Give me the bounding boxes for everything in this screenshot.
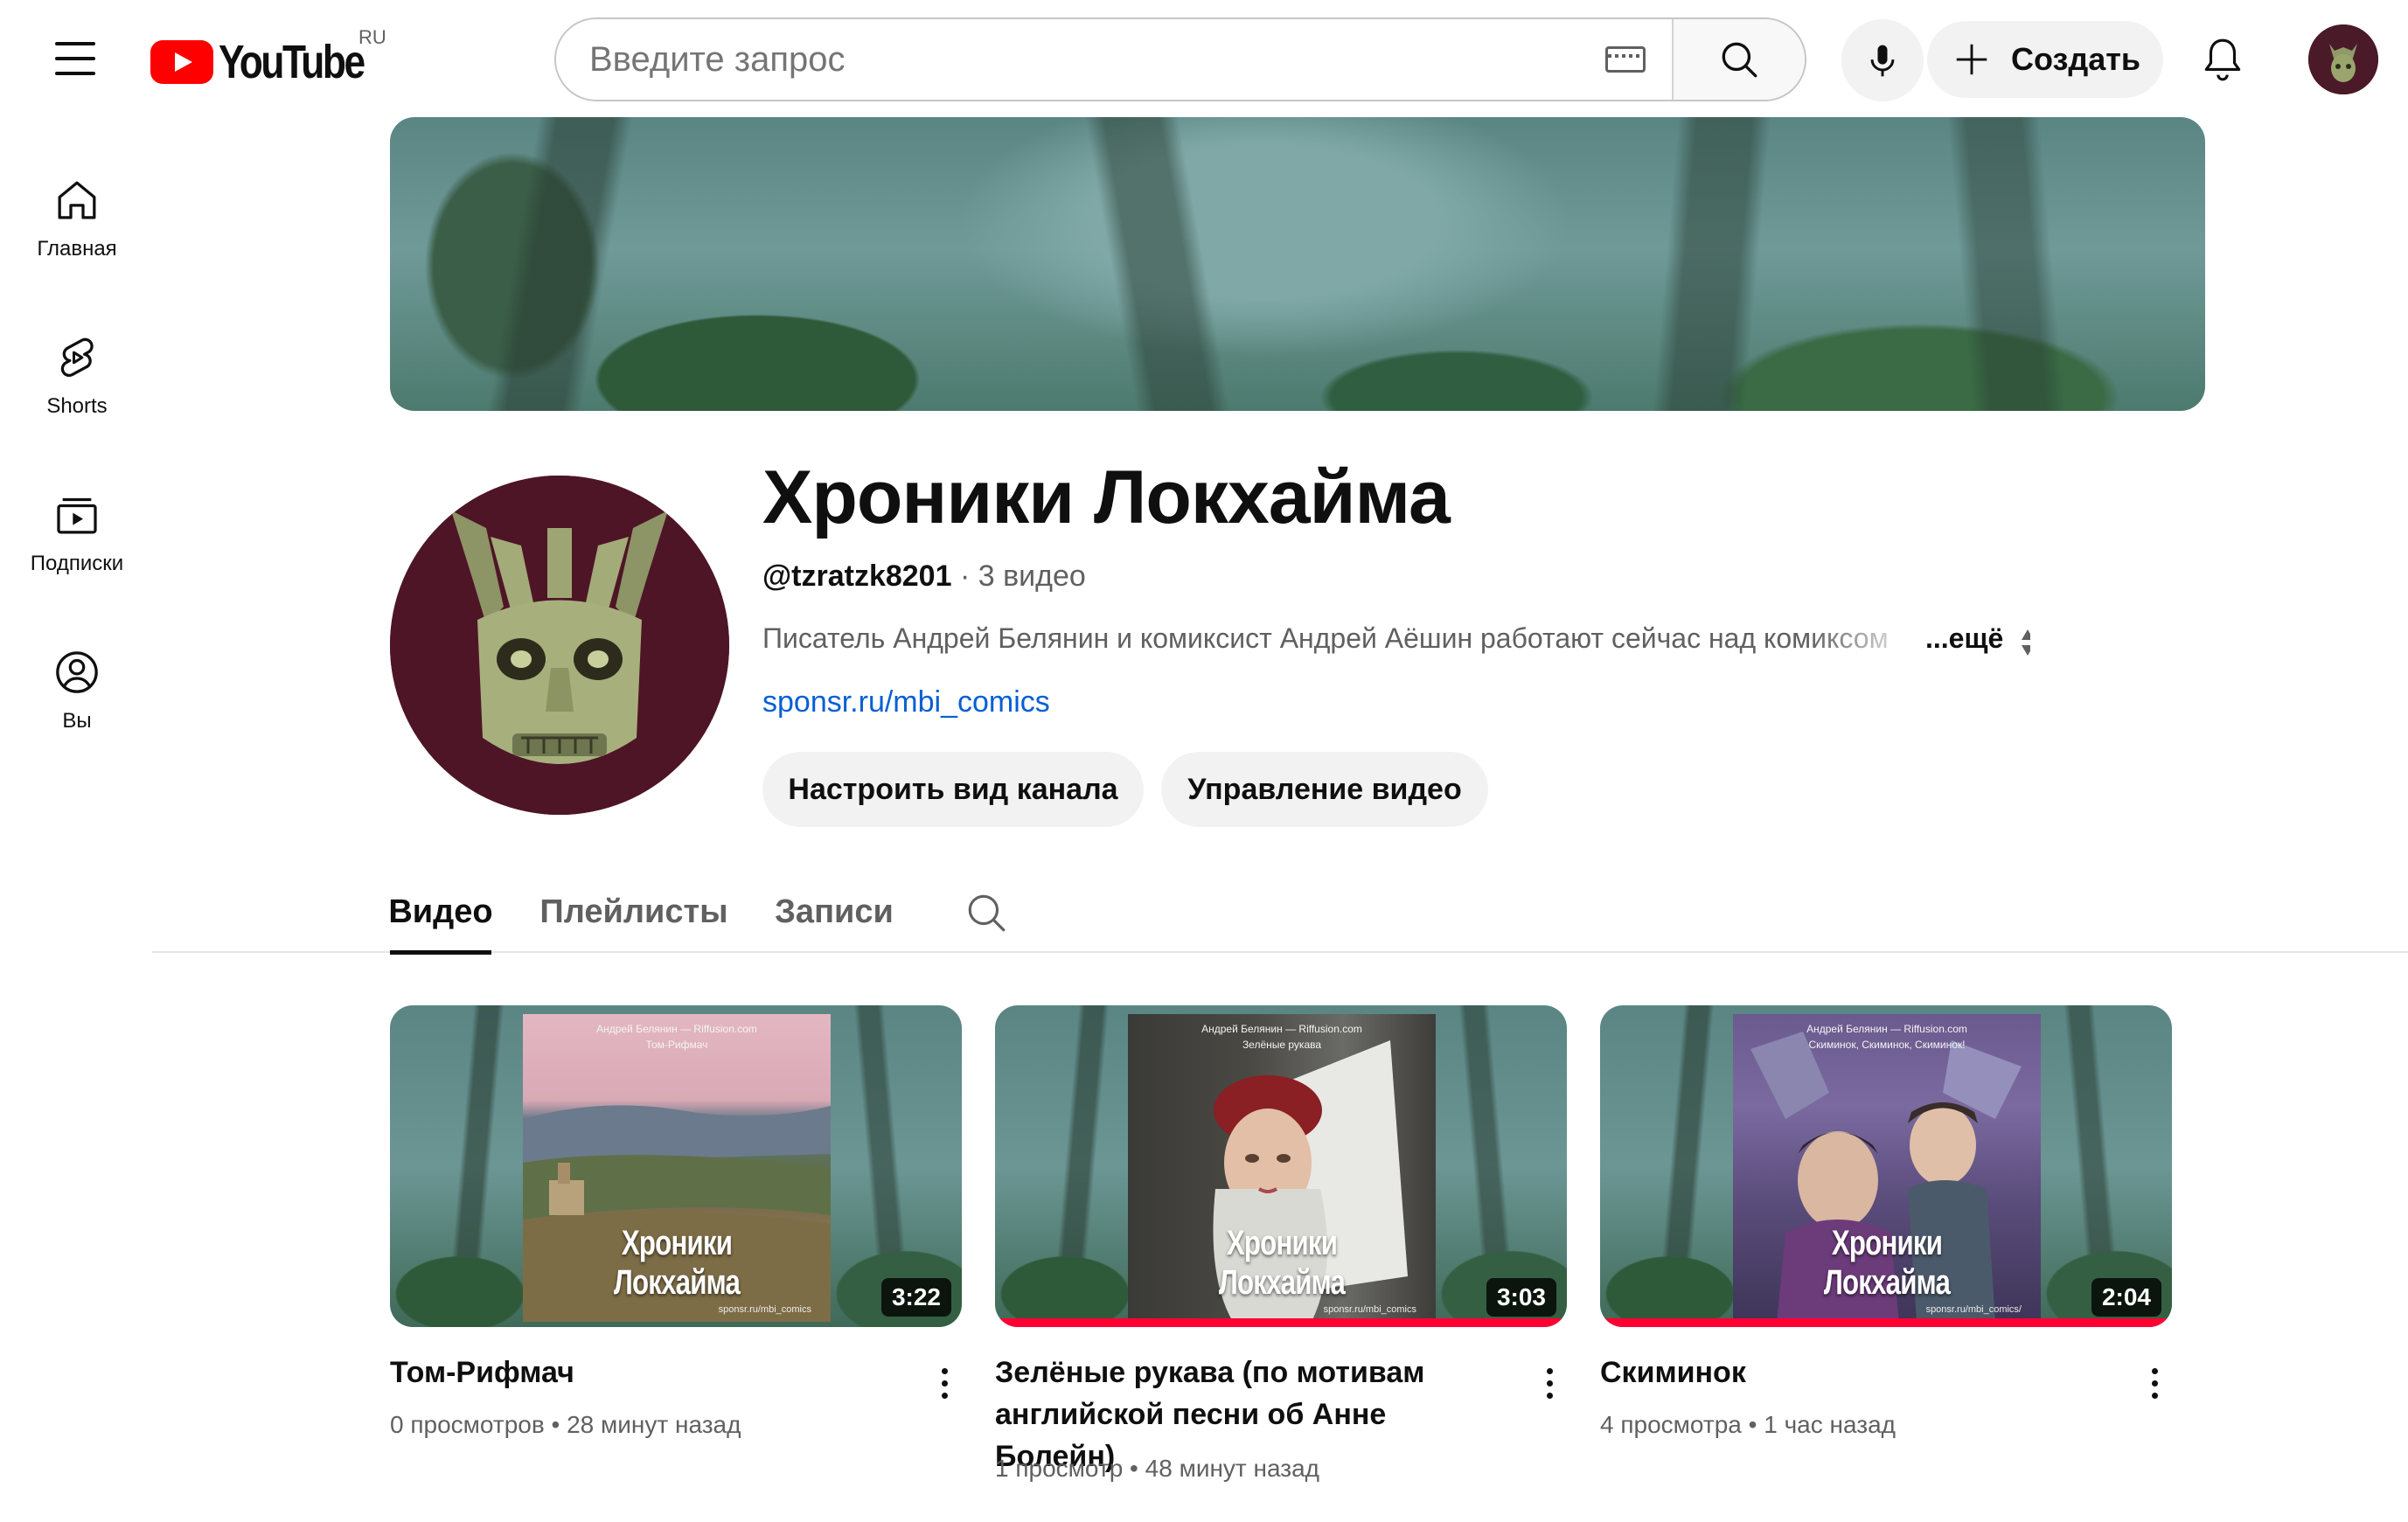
video-card[interactable]: Андрей Белянин — Riffusion.com Скиминок,… [1600,1005,2172,1438]
meta-separator: · [959,559,971,593]
channel-tabs: Видео Плейлисты Записи [152,871,2408,955]
video-thumbnail[interactable]: Андрей Белянин — Riffusion.com Том-Рифма… [390,1005,962,1327]
keyboard-icon[interactable] [1605,46,1646,73]
video-count: 3 видео [978,559,1086,593]
video-title[interactable]: Том-Рифмач [390,1352,880,1393]
watch-progress-bar [995,1318,1567,1327]
poster-subtitle: Том-Рифмач [645,1039,708,1051]
sidebar-item-home[interactable]: Главная [0,140,154,297]
sidebar-item-shorts[interactable]: Shorts [0,297,154,455]
voice-search-button[interactable] [1841,19,1924,101]
sidebar-item-label: Подписки [30,552,124,575]
view-count: 4 просмотра [1600,1411,1742,1438]
search-box [554,17,1806,101]
you-icon [56,651,98,693]
more-actions-icon[interactable] [2137,1359,2172,1407]
video-metadata: 4 просмотра • 1 час назад [1600,1411,1896,1439]
poster-header: Андрей Белянин — Riffusion.com Том-Рифма… [523,1021,831,1053]
poster-header: Андрей Белянин — Riffusion.com Зелёные р… [1128,1021,1436,1053]
search-button[interactable] [1672,19,1805,100]
video-thumbnail[interactable]: Андрей Белянин — Riffusion.com Зелёные р… [995,1005,1567,1327]
video-card[interactable]: Андрей Белянин — Riffusion.com Том-Рифма… [390,1005,962,1438]
plus-icon [1956,44,1987,75]
video-card[interactable]: Андрей Белянин — Riffusion.com Зелёные р… [995,1005,1567,1482]
guide-sidebar: Главная Shorts Подписки Вы [0,140,154,769]
mask-avatar-icon [2308,24,2378,94]
poster-author: Андрей Белянин — Riffusion.com [1201,1023,1362,1035]
poster-title: Хроники Локхайма [613,1224,741,1302]
account-avatar[interactable] [2308,24,2378,94]
video-metadata: 1 просмотр • 48 минут назад [995,1455,1319,1483]
poster-site: sponsr.ru/mbi_comics [1323,1304,1416,1315]
channel-description[interactable]: Писатель Андрей Белянин и комиксист Андр… [762,622,2030,657]
upload-age: 28 минут назад [567,1411,741,1438]
microphone-icon [1870,45,1895,77]
shorts-icon [60,337,94,378]
bronze-mask-icon [390,476,729,815]
masthead: YouTube RU Создать [0,0,2408,117]
video-thumbnail[interactable]: Андрей Белянин — Riffusion.com Скиминок,… [1600,1005,2172,1327]
duration-badge: 3:22 [880,1278,951,1317]
create-label: Создать [2011,41,2141,77]
poster-title: Хроники Локхайма [1823,1224,1951,1302]
logo-text: YouTube [219,36,365,88]
poster-site: sponsr.ru/mbi_comics [718,1304,811,1315]
poster-subtitle: Скиминок, Скиминок, Скиминок! [1808,1039,1966,1051]
channel-banner [390,117,2205,411]
channel-meta: @tzratzk8201 · 3 видео [762,559,1086,594]
description-text: Писатель Андрей Белянин и комиксист Андр… [762,622,1889,654]
tab-search-icon[interactable] [960,886,1013,939]
poster-image: Андрей Белянин — Riffusion.com Скиминок,… [1733,1014,2041,1322]
notifications-bell-icon[interactable] [2196,33,2249,86]
poster-title: Хроники Локхайма [1218,1224,1346,1302]
sidebar-item-subscriptions[interactable]: Подписки [0,455,154,612]
channel-handle: @tzratzk8201 [762,559,952,593]
customize-channel-button[interactable]: Настроить вид канала [762,752,1144,827]
watch-progress-bar [1600,1318,2172,1327]
duration-badge: 3:03 [1486,1278,1556,1317]
poster-subtitle: Зелёные рукава [1242,1039,1322,1051]
channel-avatar[interactable] [390,476,729,815]
channel-title: Хроники Локхайма [762,455,1451,539]
view-count: 0 просмотров [390,1411,545,1438]
menu-icon[interactable] [42,30,108,87]
sidebar-item-label: Главная [37,237,117,261]
upload-age: 1 час назад [1764,1411,1896,1438]
more-actions-icon[interactable] [927,1359,962,1407]
upload-age: 48 минут назад [1145,1455,1319,1482]
expand-arrows-icon [2022,629,2030,656]
video-title[interactable]: Скиминок [1600,1352,2090,1393]
create-button[interactable]: Создать [1927,21,2163,98]
poster-image: Андрей Белянин — Riffusion.com Зелёные р… [1128,1014,1436,1322]
poster-header: Андрей Белянин — Riffusion.com Скиминок,… [1733,1021,2041,1053]
tab-playlists[interactable]: Плейлисты [539,871,727,953]
more-actions-icon[interactable] [1532,1359,1567,1407]
meta-dot: • [551,1411,560,1438]
tab-posts[interactable]: Записи [775,871,894,953]
subscriptions-icon [57,497,97,534]
duration-badge: 2:04 [2091,1278,2161,1317]
poster-author: Андрей Белянин — Riffusion.com [1806,1023,1967,1035]
country-code: RU [358,26,386,48]
meta-dot: • [1748,1411,1757,1438]
video-metadata: 0 просмотров • 28 минут назад [390,1411,741,1439]
tab-videos[interactable]: Видео [388,871,493,955]
sidebar-item-you[interactable]: Вы [0,612,154,769]
sidebar-item-label: Вы [62,709,92,733]
meta-dot: • [1130,1455,1138,1482]
search-input[interactable] [556,19,1605,100]
youtube-play-icon [150,40,213,84]
search-icon [1722,42,1757,78]
manage-videos-button[interactable]: Управление видео [1161,752,1488,827]
channel-link[interactable]: sponsr.ru/mbi_comics [762,685,1050,719]
poster-image: Андрей Белянин — Riffusion.com Том-Рифма… [523,1014,831,1322]
poster-author: Андрей Белянин — Riffusion.com [596,1023,757,1035]
poster-site: sponsr.ru/mbi_comics/ [1925,1304,2022,1315]
description-more[interactable]: ...ещё [1925,622,2003,655]
view-count: 1 просмотр [995,1455,1124,1482]
sidebar-item-label: Shorts [46,394,108,418]
home-icon [58,181,96,219]
